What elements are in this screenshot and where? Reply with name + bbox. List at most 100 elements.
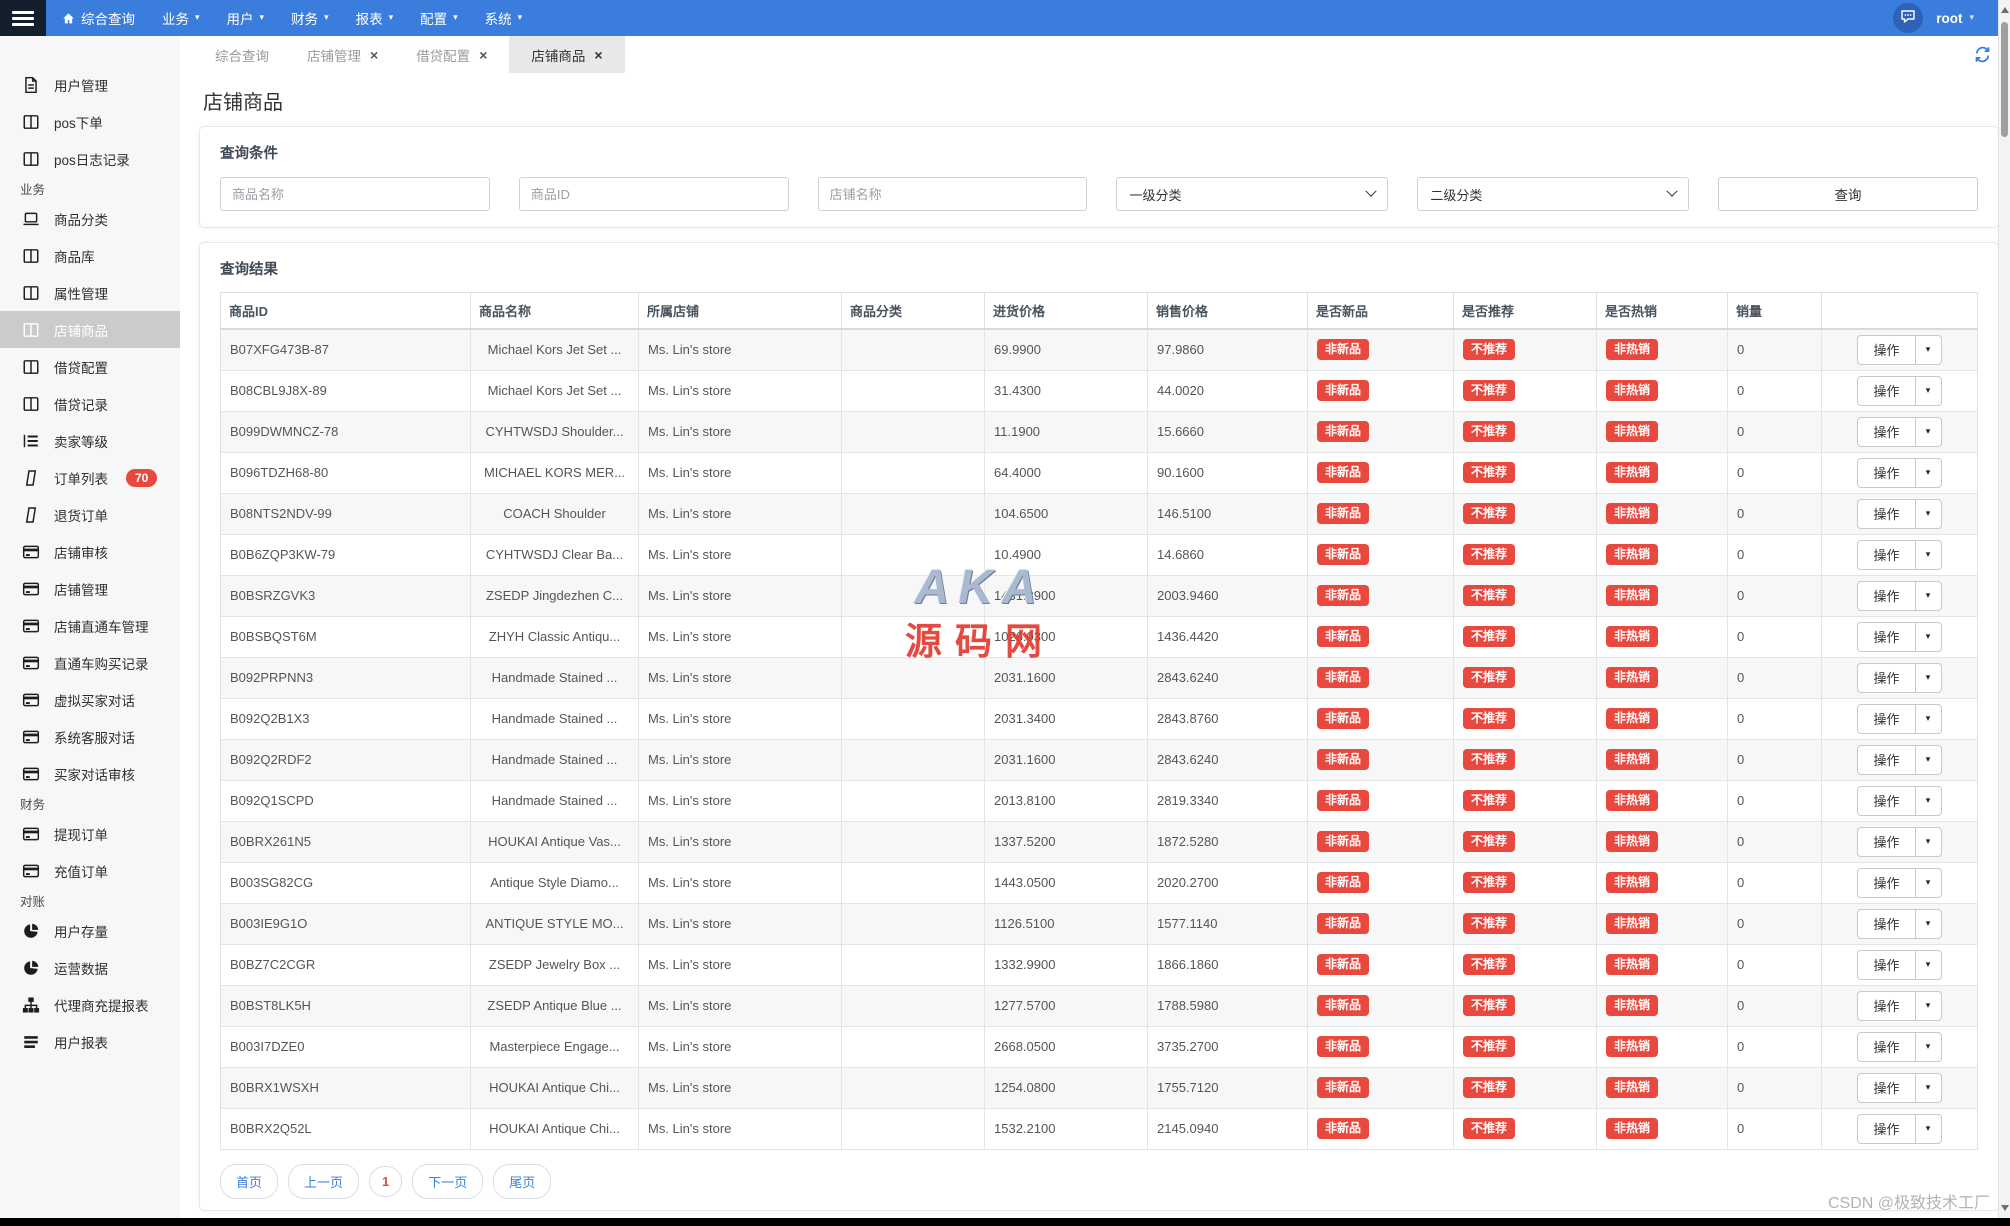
action-dropdown-toggle[interactable]: ▾ [1916,582,1941,610]
user-menu[interactable]: root ▾ [1936,11,1974,26]
category-level2-select[interactable]: 二级分类 [1417,177,1689,211]
results-panel-title: 查询结果 [220,258,1978,279]
action-button[interactable]: 操作 [1858,787,1915,815]
tab[interactable]: 借贷配置× [400,36,503,73]
action-button[interactable]: 操作 [1858,869,1915,897]
action-button[interactable]: 操作 [1858,828,1915,856]
action-button[interactable]: 操作 [1858,418,1915,446]
nav-item-4[interactable]: 报表▾ [356,8,394,28]
action-button[interactable]: 操作 [1858,1115,1915,1143]
sidebar-item[interactable]: 借贷配置 [0,348,180,385]
tab[interactable]: 店铺管理× [291,36,394,73]
action-dropdown-toggle[interactable]: ▾ [1916,541,1941,569]
store-name-input[interactable] [818,177,1088,211]
action-dropdown-toggle[interactable]: ▾ [1916,1033,1941,1061]
messages-button[interactable] [1893,3,1923,33]
sidebar-item[interactable]: 借贷记录 [0,385,180,422]
tab-close-icon[interactable]: × [479,48,487,62]
page-button-last[interactable]: 尾页 [493,1164,551,1199]
scroll-up-arrow-icon[interactable] [2001,7,2009,13]
sidebar-item[interactable]: 店铺直通车管理 [0,607,180,644]
tab[interactable]: 店铺商品× [509,36,624,73]
action-dropdown-toggle[interactable]: ▾ [1916,1115,1941,1143]
action-button[interactable]: 操作 [1858,705,1915,733]
action-button[interactable]: 操作 [1858,664,1915,692]
sidebar-item[interactable]: pos下单 [0,103,180,140]
nav-item-2[interactable]: 用户▾ [227,8,265,28]
action-dropdown-toggle[interactable]: ▾ [1916,787,1941,815]
page-button-page-1[interactable]: 1 [369,1166,402,1197]
scroll-down-arrow-icon[interactable] [2001,1205,2009,1211]
action-dropdown-toggle[interactable]: ▾ [1916,377,1941,405]
action-dropdown-toggle[interactable]: ▾ [1916,623,1941,651]
page-button-first[interactable]: 首页 [220,1164,278,1199]
sidebar-item[interactable]: 运营数据 [0,949,180,986]
sidebar-item[interactable]: 订单列表70 [0,459,180,496]
query-button[interactable]: 查询 [1718,177,1978,211]
product-id-input[interactable] [519,177,789,211]
sidebar-item[interactable]: 退货订单 [0,496,180,533]
nav-item-1[interactable]: 业务▾ [162,8,200,28]
action-button[interactable]: 操作 [1858,992,1915,1020]
action-dropdown-toggle[interactable]: ▾ [1916,705,1941,733]
tab[interactable]: 综合查询 [199,36,285,73]
sidebar-item[interactable]: pos日志记录 [0,140,180,177]
sidebar-item[interactable]: 店铺商品 [0,311,180,348]
category-level1-select[interactable]: 一级分类 [1116,177,1388,211]
action-dropdown-toggle[interactable]: ▾ [1916,459,1941,487]
action-button[interactable]: 操作 [1858,541,1915,569]
nav-item-3[interactable]: 财务▾ [291,8,329,28]
nav-item-6[interactable]: 系统▾ [485,8,523,28]
action-button[interactable]: 操作 [1858,582,1915,610]
sidebar-item[interactable]: 用户存量 [0,912,180,949]
action-button[interactable]: 操作 [1858,1033,1915,1061]
action-button[interactable]: 操作 [1858,746,1915,774]
sidebar-item[interactable]: 代理商充提报表 [0,986,180,1023]
sidebar-item[interactable]: 店铺审核 [0,533,180,570]
vertical-scrollbar[interactable] [1998,0,2010,1218]
action-button[interactable]: 操作 [1858,500,1915,528]
purchase-price-cell: 2031.1600 [985,739,1148,780]
sidebar-item[interactable]: 提现订单 [0,815,180,852]
sidebar-item[interactable]: 商品库 [0,237,180,274]
action-dropdown-toggle[interactable]: ▾ [1916,828,1941,856]
sidebar-item[interactable]: 商品分类 [0,200,180,237]
action-dropdown-toggle[interactable]: ▾ [1916,869,1941,897]
tab-close-icon[interactable]: × [594,48,602,62]
action-dropdown-toggle[interactable]: ▾ [1916,951,1941,979]
action-dropdown-toggle[interactable]: ▾ [1916,664,1941,692]
refresh-button[interactable] [1974,46,1991,68]
action-button[interactable]: 操作 [1858,377,1915,405]
sidebar-item[interactable]: 买家对话审核 [0,755,180,792]
sidebar-item[interactable]: 店铺管理 [0,570,180,607]
scrollbar-thumb[interactable] [2001,22,2008,137]
action-dropdown-toggle[interactable]: ▾ [1916,418,1941,446]
page-button-next[interactable]: 下一页 [412,1164,483,1199]
action-button[interactable]: 操作 [1858,459,1915,487]
sidebar-item[interactable]: 用户管理 [0,66,180,103]
action-dropdown-toggle[interactable]: ▾ [1916,1074,1941,1102]
action-dropdown-toggle[interactable]: ▾ [1916,746,1941,774]
action-dropdown-toggle[interactable]: ▾ [1916,336,1941,364]
product-name-input[interactable] [220,177,490,211]
page-button-prev[interactable]: 上一页 [288,1164,359,1199]
sidebar-item[interactable]: 属性管理 [0,274,180,311]
action-button[interactable]: 操作 [1858,1074,1915,1102]
sidebar-toggle-button[interactable] [0,0,46,36]
sidebar-item[interactable]: 卖家等级 [0,422,180,459]
action-dropdown-toggle[interactable]: ▾ [1916,992,1941,1020]
sidebar-item[interactable]: 用户报表 [0,1023,180,1060]
nav-item-5[interactable]: 配置▾ [420,8,458,28]
action-button[interactable]: 操作 [1858,623,1915,651]
action-button[interactable]: 操作 [1858,951,1915,979]
sidebar-item[interactable]: 充值订单 [0,852,180,889]
action-dropdown-toggle[interactable]: ▾ [1916,910,1941,938]
action-button[interactable]: 操作 [1858,336,1915,364]
action-button[interactable]: 操作 [1858,910,1915,938]
sidebar-item[interactable]: 直通车购买记录 [0,644,180,681]
tab-close-icon[interactable]: × [370,48,378,62]
action-dropdown-toggle[interactable]: ▾ [1916,500,1941,528]
nav-item-0[interactable]: 综合查询 [62,8,135,28]
sidebar-item[interactable]: 虚拟买家对话 [0,681,180,718]
sidebar-item[interactable]: 系统客服对话 [0,718,180,755]
